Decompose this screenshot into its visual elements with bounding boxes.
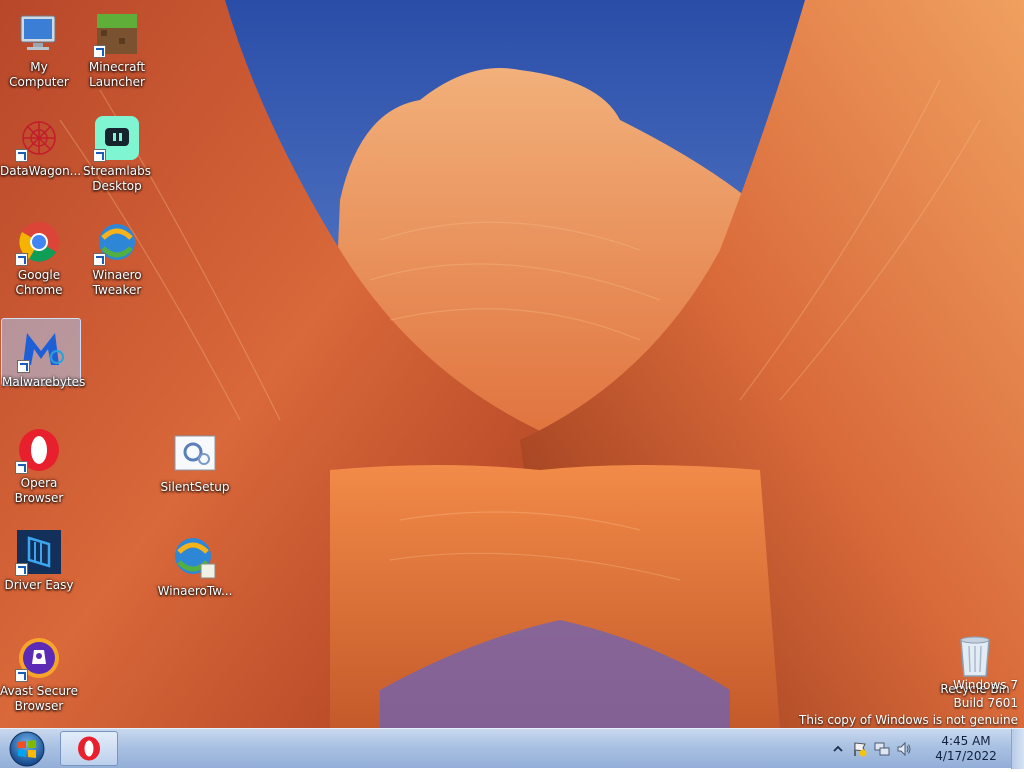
clock-time: 4:45 AM — [941, 734, 991, 748]
icon-label: Avast Secure Browser — [0, 684, 78, 713]
icon-label: Winaero Tweaker — [92, 268, 142, 297]
desktop-icon-opera-browser[interactable]: Opera Browser — [0, 420, 78, 506]
taskbar-button-opera[interactable] — [60, 731, 118, 766]
icon-label: Google Chrome — [15, 268, 63, 297]
shortcut-arrow-icon — [17, 360, 30, 373]
desktop-icon-driver-easy[interactable]: Driver Easy — [0, 522, 78, 593]
streamlabs-icon — [93, 114, 141, 162]
computer-icon — [15, 10, 63, 58]
taskbar: 4:45 AM 4/17/2022 — [0, 728, 1024, 769]
shortcut-arrow-icon — [93, 45, 106, 58]
show-hidden-icons-chevron-icon[interactable] — [830, 741, 846, 757]
datawagon-icon — [15, 114, 63, 162]
desktop-icon-winaerotw[interactable]: WinaeroTw... — [156, 528, 234, 599]
desktop-icon-my-computer[interactable]: My Computer — [0, 4, 78, 90]
action-center-flag-icon[interactable] — [852, 741, 868, 757]
recycle-bin-icon — [951, 632, 999, 680]
desktop-icon-google-chrome[interactable]: Google Chrome — [0, 212, 78, 298]
icon-label: SilentSetup — [160, 480, 230, 494]
opera-icon — [78, 736, 100, 761]
network-icon[interactable] — [874, 741, 890, 757]
shortcut-arrow-icon — [15, 253, 28, 266]
opera-icon — [15, 426, 63, 474]
icon-label: Opera Browser — [14, 476, 64, 505]
icon-label: Malwarebytes — [2, 375, 86, 389]
start-button[interactable] — [4, 730, 50, 768]
volume-icon[interactable] — [896, 741, 912, 757]
malwarebytes-icon — [17, 325, 65, 373]
icon-label: Driver Easy — [4, 578, 74, 592]
silentsetup-icon — [171, 430, 219, 478]
desktop-icon-winaero-tweaker[interactable]: Winaero Tweaker — [78, 212, 156, 298]
icon-label: My Computer — [9, 60, 69, 89]
chrome-icon — [15, 218, 63, 266]
driver-easy-icon — [15, 528, 63, 576]
minecraft-icon — [93, 10, 141, 58]
desktop-icon-minecraft-launcher[interactable]: Minecraft Launcher — [78, 4, 156, 90]
desktop-icon-streamlabs-desktop[interactable]: Streamlabs Desktop — [78, 108, 156, 194]
shortcut-arrow-icon — [15, 669, 28, 682]
icon-label: Minecraft Launcher — [88, 60, 146, 89]
shortcut-arrow-icon — [93, 253, 106, 266]
windows-orb-icon — [9, 731, 45, 767]
shortcut-arrow-icon — [15, 149, 28, 162]
windows-watermark-line3: This copy of Windows is not genuine — [799, 713, 1018, 727]
shortcut-arrow-icon — [15, 563, 28, 576]
winaero-tweaker-icon — [93, 218, 141, 266]
desktop-icon-datawagon[interactable]: DataWagon... — [0, 108, 82, 179]
avast-browser-icon — [15, 634, 63, 682]
windows-watermark-line1: Windows 7 — [952, 678, 1018, 692]
winaero-tweaker-icon — [171, 534, 219, 582]
shortcut-arrow-icon — [93, 149, 106, 162]
icon-label: DataWagon... — [0, 164, 82, 178]
desktop-icon-silentsetup[interactable]: SilentSetup — [156, 424, 234, 495]
clock-date: 4/17/2022 — [935, 749, 997, 763]
windows-watermark-line2: Build 7601 — [953, 696, 1018, 710]
icon-label: WinaeroTw... — [157, 584, 233, 598]
shortcut-arrow-icon — [15, 461, 28, 474]
desktop-icon-malwarebytes[interactable]: Malwarebytes — [1, 318, 85, 389]
desktop-icon-avast-secure-browser[interactable]: Avast Secure Browser — [0, 628, 78, 714]
show-desktop-button[interactable] — [1011, 729, 1024, 769]
taskbar-clock[interactable]: 4:45 AM 4/17/2022 — [934, 734, 998, 764]
icon-label: Streamlabs Desktop — [83, 164, 151, 193]
